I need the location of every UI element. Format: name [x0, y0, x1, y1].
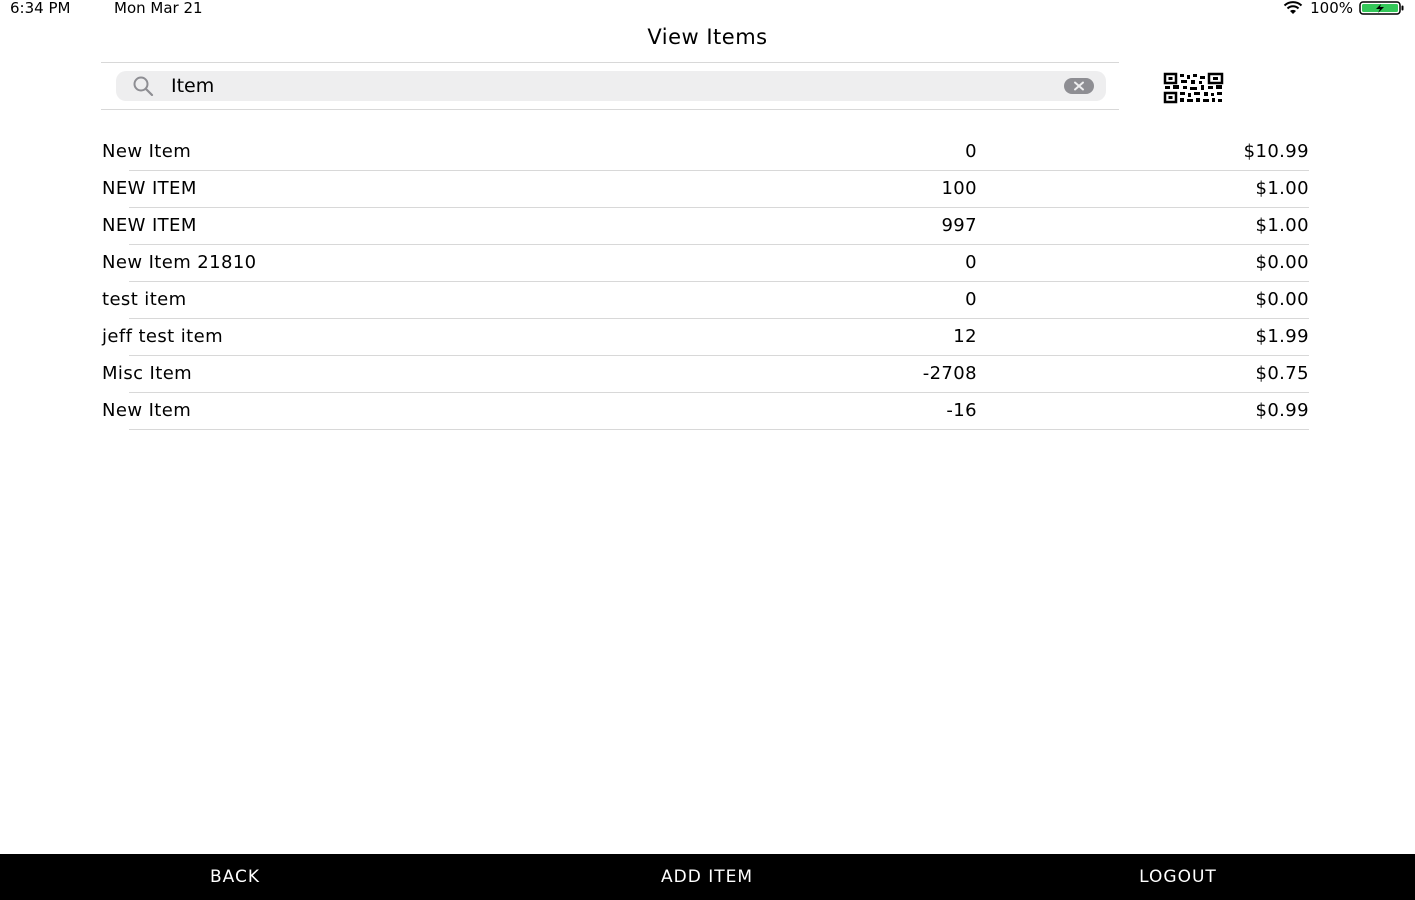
item-name: New Item 21810 — [102, 252, 257, 273]
list-item[interactable]: New Item 0 $10.99 — [102, 134, 1309, 171]
search-input[interactable] — [171, 74, 1051, 98]
item-price: $1.00 — [1255, 178, 1309, 199]
battery-percent: 100% — [1310, 0, 1353, 17]
item-price: $0.75 — [1255, 363, 1309, 384]
item-quantity: 997 — [941, 215, 977, 236]
status-indicators: 100% — [1282, 0, 1405, 16]
item-price: $1.99 — [1255, 326, 1309, 347]
list-item[interactable]: jeff test item 12 $1.99 — [102, 319, 1309, 356]
item-price: $0.00 — [1255, 252, 1309, 273]
status-bar: 6:34 PM Mon Mar 21 100% — [0, 0, 1415, 16]
list-item[interactable]: Misc Item -2708 $0.75 — [102, 356, 1309, 393]
item-name: New Item — [102, 141, 192, 162]
item-name: test item — [102, 289, 187, 310]
item-name: jeff test item — [102, 326, 224, 347]
item-quantity: 0 — [965, 252, 977, 273]
search-field[interactable] — [116, 71, 1106, 101]
back-button[interactable]: BACK — [185, 854, 285, 900]
list-item[interactable]: test item 0 $0.00 — [102, 282, 1309, 319]
item-name: New Item — [102, 400, 192, 421]
item-price: $0.99 — [1255, 400, 1309, 421]
item-name: NEW ITEM — [102, 178, 197, 199]
status-date: Mon Mar 21 — [114, 0, 203, 17]
item-price: $10.99 — [1243, 141, 1309, 162]
search-icon — [130, 76, 160, 97]
logout-button[interactable]: LOGOUT — [1110, 854, 1246, 900]
qr-code-icon[interactable] — [1163, 72, 1226, 104]
list-item[interactable]: New Item 21810 0 $0.00 — [102, 245, 1309, 282]
item-name: NEW ITEM — [102, 215, 197, 236]
page-title: View Items — [647, 25, 768, 49]
item-quantity: 12 — [953, 326, 977, 347]
view-items-screen: 6:34 PM Mon Mar 21 100% View Items Item … — [0, 0, 1415, 900]
list-item[interactable]: New Item -16 $0.99 — [102, 393, 1309, 430]
search-bar — [101, 62, 1119, 110]
wifi-icon — [1282, 1, 1304, 15]
bottom-toolbar: BACK ADD ITEM LOGOUT — [0, 854, 1415, 900]
item-quantity: 0 — [965, 141, 977, 162]
list-item[interactable]: NEW ITEM 100 $1.00 — [102, 171, 1309, 208]
item-quantity: -2708 — [922, 363, 977, 384]
item-name: Misc Item — [102, 363, 193, 384]
clear-icon[interactable] — [1064, 78, 1094, 94]
list-item[interactable]: NEW ITEM 997 $1.00 — [102, 208, 1309, 245]
item-quantity: 100 — [941, 178, 977, 199]
item-list: New Item 0 $10.99 NEW ITEM 100 $1.00 NEW… — [101, 134, 1309, 430]
add-item-button[interactable]: ADD ITEM — [632, 854, 782, 900]
item-quantity: 0 — [965, 289, 977, 310]
status-time: 6:34 PM — [10, 0, 71, 17]
item-price: $1.00 — [1255, 215, 1309, 236]
item-quantity: -16 — [946, 400, 977, 421]
item-price: $0.00 — [1255, 289, 1309, 310]
battery-charging-icon — [1359, 1, 1405, 15]
